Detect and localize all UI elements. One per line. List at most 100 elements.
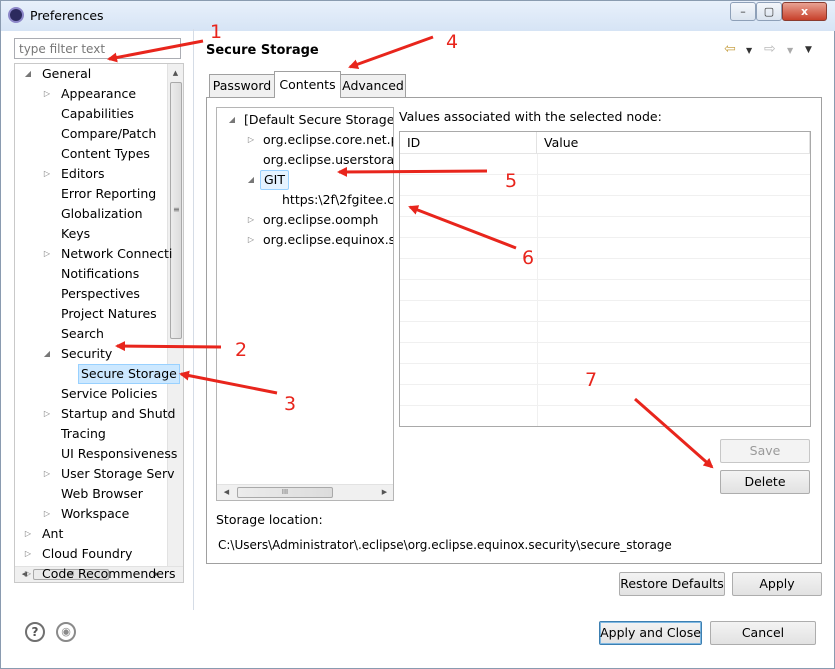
view-menu-icon[interactable]: ▼ (805, 45, 812, 55)
values-table[interactable]: ID Value (399, 131, 811, 427)
column-header-id[interactable]: ID (400, 132, 537, 154)
annotation-4: 4 (446, 31, 459, 53)
tree-item-globalization[interactable]: Globalization (59, 204, 145, 224)
tree-twisty-icon[interactable]: ▷ (23, 569, 33, 578)
tree-item-secure-storage[interactable]: Secure Storage (78, 364, 180, 384)
tree-item-content-types[interactable]: Content Types (59, 144, 152, 164)
table-row[interactable] (400, 175, 810, 196)
table-row[interactable] (400, 406, 810, 426)
storage-node-git[interactable]: GIT (260, 170, 290, 190)
tree-twisty-icon[interactable]: ▷ (42, 249, 52, 258)
storage-twisty-icon[interactable]: ▷ (246, 135, 256, 144)
page-title: Secure Storage (206, 43, 319, 58)
tree-item-ui-responsiveness[interactable]: UI Responsiveness (59, 444, 179, 464)
back-arrow-icon[interactable]: ⇦ (724, 41, 736, 57)
column-header-value[interactable]: Value (537, 132, 810, 154)
tree-item-notifications[interactable]: Notifications (59, 264, 141, 284)
tree-item-service-policies[interactable]: Service Policies (59, 384, 159, 404)
storage-hscroll-thumb[interactable]: III (237, 487, 333, 498)
table-row[interactable] (400, 154, 810, 175)
maximize-button[interactable]: ▢ (756, 2, 782, 21)
tree-item-cloud-foundry[interactable]: Cloud Foundry (40, 544, 134, 564)
forward-arrow-icon[interactable]: ⇨ (764, 41, 776, 57)
storage-tree-hscrollbar[interactable]: ◀ III ▶ (217, 484, 393, 500)
cancel-button[interactable]: Cancel (710, 621, 816, 645)
storage-node-default-secure-storage[interactable]: [Default Secure Storage] (241, 110, 393, 130)
sash-divider[interactable] (193, 29, 194, 610)
table-row[interactable] (400, 280, 810, 301)
tree-twisty-icon[interactable]: ◢ (42, 349, 52, 358)
tree-item-ant[interactable]: Ant (40, 524, 65, 544)
table-row[interactable] (400, 238, 810, 259)
storage-node-org-eclipse-equinox-sec[interactable]: org.eclipse.equinox.sec (260, 230, 393, 250)
tab-contents[interactable]: Contents (274, 71, 341, 98)
forward-history-dropdown-icon[interactable]: ▼ (787, 46, 793, 55)
storage-node-org-eclipse-userstorag[interactable]: org.eclipse.userstorag (260, 150, 393, 170)
filter-input[interactable] (14, 38, 181, 59)
storage-twisty-icon[interactable]: ◢ (246, 175, 256, 184)
table-row[interactable] (400, 364, 810, 385)
tree-twisty-icon[interactable]: ▷ (42, 409, 52, 418)
tree-twisty-icon[interactable]: ▷ (23, 529, 33, 538)
tab-advanced[interactable]: Advanced (340, 74, 406, 97)
apply-button[interactable]: Apply (732, 572, 822, 596)
scroll-up-icon[interactable]: ▲ (168, 66, 183, 81)
tree-twisty-icon[interactable]: ▷ (23, 549, 33, 558)
eclipse-app-icon (8, 7, 24, 23)
preference-tree[interactable]: ▲ ≡ ▼ ◀ III ▶ ◢General▷AppearanceCapabil… (14, 63, 184, 583)
restore-defaults-button[interactable]: Restore Defaults (619, 572, 725, 596)
annotation-6: 6 (522, 247, 535, 269)
tree-item-security[interactable]: Security (59, 344, 114, 364)
storage-node-https-2f-2fgitee-cor[interactable]: https:\2f\2fgitee.cor (279, 190, 393, 210)
tree-twisty-icon[interactable]: ◢ (23, 69, 33, 78)
tree-item-user-storage-serv[interactable]: User Storage Serv (59, 464, 177, 484)
back-history-dropdown-icon[interactable]: ▼ (746, 46, 752, 55)
secure-storage-tree[interactable]: ◀ III ▶ ◢ [Default Secure Storage] ▷ org.ec… (216, 107, 394, 501)
tree-item-editors[interactable]: Editors (59, 164, 107, 184)
help-icon[interactable]: ? (25, 622, 45, 642)
table-row[interactable] (400, 217, 810, 238)
tree-item-tracing[interactable]: Tracing (59, 424, 108, 444)
table-row[interactable] (400, 343, 810, 364)
table-row[interactable] (400, 322, 810, 343)
tree-item-appearance[interactable]: Appearance (59, 84, 138, 104)
preferences-window: Preferences – ▢ x ▲ ≡ ▼ ◀ III ▶ ◢ General… (0, 0, 835, 669)
apply-and-close-button[interactable]: Apply and Close (599, 621, 702, 645)
table-row[interactable] (400, 301, 810, 322)
save-button[interactable]: Save (720, 439, 810, 463)
tree-item-project-natures[interactable]: Project Natures (59, 304, 159, 324)
table-row[interactable] (400, 196, 810, 217)
tree-item-keys[interactable]: Keys (59, 224, 92, 244)
delete-button[interactable]: Delete (720, 470, 810, 494)
close-button[interactable]: x (782, 2, 827, 21)
storage-twisty-icon[interactable]: ▷ (246, 215, 256, 224)
scroll-left-icon[interactable]: ◀ (219, 485, 234, 500)
tree-twisty-icon[interactable]: ▷ (42, 469, 52, 478)
tree-item-network-connecti[interactable]: Network Connecti (59, 244, 174, 264)
storage-twisty-icon[interactable]: ◢ (227, 115, 237, 124)
tree-item-startup-and-shutd[interactable]: Startup and Shutd (59, 404, 177, 424)
storage-node-org-eclipse-oomph[interactable]: org.eclipse.oomph (260, 210, 381, 230)
tree-twisty-icon[interactable]: ▷ (42, 169, 52, 178)
tree-item-general[interactable]: General (40, 64, 93, 84)
tab-password[interactable]: Password (209, 74, 275, 97)
tree-twisty-icon[interactable]: ▷ (42, 509, 52, 518)
minimize-button[interactable]: – (730, 2, 756, 21)
tree-item-compare-patch[interactable]: Compare/Patch (59, 124, 158, 144)
tree-item-capabilities[interactable]: Capabilities (59, 104, 136, 124)
tree-item-error-reporting[interactable]: Error Reporting (59, 184, 158, 204)
tree-item-workspace[interactable]: Workspace (59, 504, 131, 524)
tree-item-web-browser[interactable]: Web Browser (59, 484, 145, 504)
table-row[interactable] (400, 259, 810, 280)
import-export-icon[interactable]: ◉ (56, 622, 76, 642)
tree-vscroll-thumb[interactable]: ≡ (170, 82, 182, 339)
tree-item-perspectives[interactable]: Perspectives (59, 284, 142, 304)
tree-item-code-recommenders[interactable]: Code Recommenders (40, 564, 178, 582)
storage-node-org-eclipse-core-net-pr[interactable]: org.eclipse.core.net.pr (260, 130, 393, 150)
tree-twisty-icon[interactable]: ▷ (42, 89, 52, 98)
tree-item-search[interactable]: Search (59, 324, 106, 344)
storage-twisty-icon[interactable]: ▷ (246, 235, 256, 244)
table-row[interactable] (400, 385, 810, 406)
tree-vertical-scrollbar[interactable]: ▲ ≡ ▼ (167, 64, 183, 580)
scroll-right-icon[interactable]: ▶ (377, 485, 392, 500)
